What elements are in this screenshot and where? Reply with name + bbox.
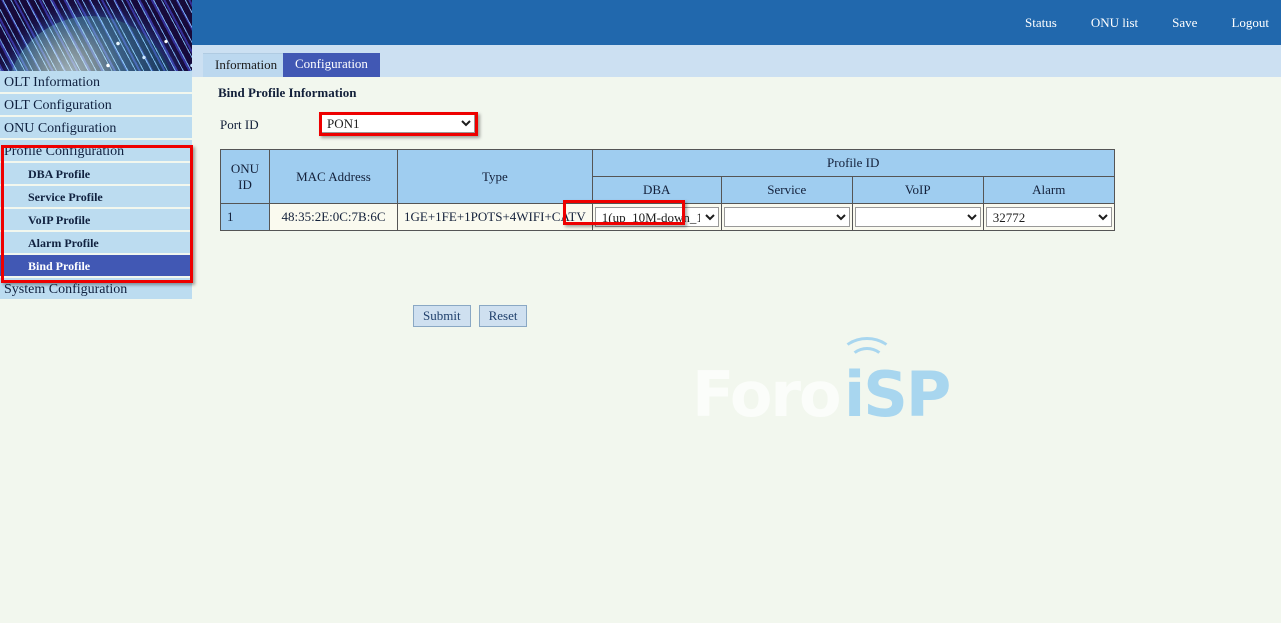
wifi-arc-outer-icon (840, 337, 894, 375)
submit-button[interactable]: Submit (413, 305, 471, 327)
cell-dba: 1(up_10M-down_10 (592, 204, 721, 231)
cell-mac-address: 48:35:2E:0C:7B:6C (270, 204, 398, 231)
sidebar-item-system-configuration[interactable]: System Configuration (0, 278, 192, 301)
port-id-label: Port ID (220, 117, 259, 133)
table-row: 1 48:35:2E:0C:7B:6C 1GE+1FE+1POTS+4WIFI+… (221, 204, 1115, 231)
cell-voip (852, 204, 983, 231)
col-dba: DBA (592, 177, 721, 204)
main-content: Bind Profile Information Port ID PON1 ON… (192, 77, 1281, 623)
foroisp-watermark: Foro iSP (692, 342, 982, 442)
sidebar-item-profile-configuration[interactable]: Profile Configuration (0, 140, 192, 163)
table-body: 1 48:35:2E:0C:7B:6C 1GE+1FE+1POTS+4WIFI+… (221, 204, 1115, 231)
col-onu-id: ONU ID (221, 150, 270, 204)
nav-onu-list[interactable]: ONU list (1091, 15, 1138, 31)
col-profile-id-group: Profile ID (592, 150, 1114, 177)
nav-save[interactable]: Save (1172, 15, 1197, 31)
sidebar-item-olt-information[interactable]: OLT Information (0, 71, 192, 94)
service-profile-select[interactable] (724, 207, 850, 227)
col-service: Service (721, 177, 852, 204)
sidebar-item-bind-profile[interactable]: Bind Profile (0, 255, 192, 278)
form-buttons: Submit Reset (413, 305, 527, 327)
watermark-text-foro: Foro (692, 364, 840, 426)
cell-service (721, 204, 852, 231)
tab-bar: Information Configuration (192, 45, 1281, 77)
col-alarm: Alarm (983, 177, 1114, 204)
tab-information[interactable]: Information (203, 53, 289, 77)
voip-profile-select[interactable] (855, 207, 981, 227)
nav-logout[interactable]: Logout (1231, 15, 1269, 31)
sidebar-item-alarm-profile[interactable]: Alarm Profile (0, 232, 192, 255)
sidebar-item-olt-configuration[interactable]: OLT Configuration (0, 94, 192, 117)
light-specks-graphic (0, 0, 192, 71)
top-navigation: Status ONU list Save Logout (1025, 0, 1269, 45)
cell-onu-id: 1 (221, 204, 270, 231)
sidebar-menu: OLT Information OLT Configuration ONU Co… (0, 71, 192, 301)
reset-button[interactable]: Reset (479, 305, 528, 327)
wifi-arc-inner-icon (849, 347, 885, 375)
sidebar-item-onu-configuration[interactable]: ONU Configuration (0, 117, 192, 140)
cell-type: 1GE+1FE+1POTS+4WIFI+CATV (398, 204, 593, 231)
alarm-profile-select[interactable]: 32772 (986, 207, 1112, 227)
sidebar-item-service-profile[interactable]: Service Profile (0, 186, 192, 209)
dba-profile-select[interactable]: 1(up_10M-down_10 (595, 207, 719, 227)
port-id-select[interactable]: PON1 (320, 113, 475, 133)
table-head: ONU ID MAC Address Type Profile ID DBA S… (221, 150, 1115, 204)
watermark-text-isp: iSP (844, 364, 949, 426)
col-voip: VoIP (852, 177, 983, 204)
cell-alarm: 32772 (983, 204, 1114, 231)
fiber-optic-globe-banner (0, 0, 192, 71)
sidebar-item-dba-profile[interactable]: DBA Profile (0, 163, 192, 186)
table-header-row-1: ONU ID MAC Address Type Profile ID (221, 150, 1115, 177)
sidebar-item-voip-profile[interactable]: VoIP Profile (0, 209, 192, 232)
tab-configuration[interactable]: Configuration (283, 53, 380, 77)
col-mac-address: MAC Address (270, 150, 398, 204)
col-type: Type (398, 150, 593, 204)
nav-status[interactable]: Status (1025, 15, 1057, 31)
page-title: Bind Profile Information (218, 85, 356, 101)
bind-profile-table: ONU ID MAC Address Type Profile ID DBA S… (220, 149, 1115, 231)
